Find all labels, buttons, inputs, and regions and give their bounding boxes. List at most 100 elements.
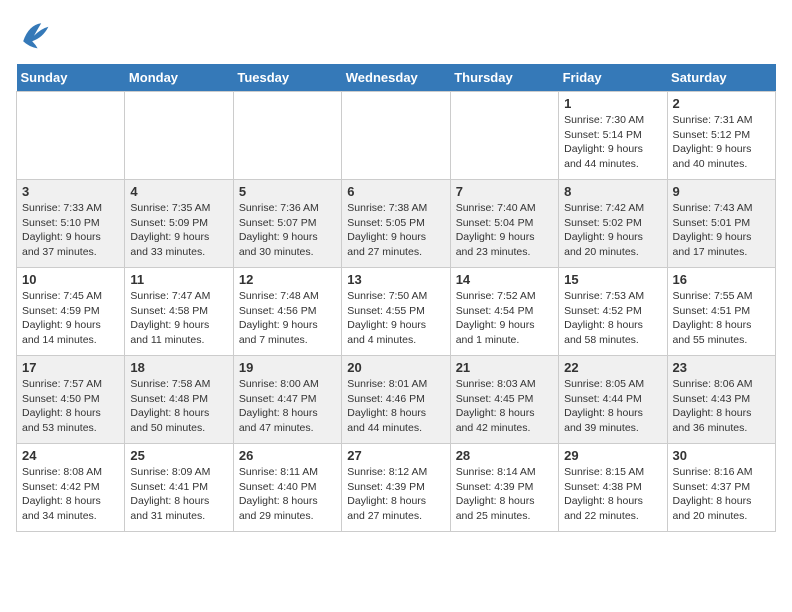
calendar-cell: 7 Sunrise: 7:40 AM Sunset: 5:04 PM Daylig… [450, 180, 558, 268]
day-info: Sunrise: 7:48 AM Sunset: 4:56 PM Dayligh… [239, 289, 336, 348]
day-info: Sunrise: 7:57 AM Sunset: 4:50 PM Dayligh… [22, 377, 119, 436]
day-info: Sunrise: 8:08 AM Sunset: 4:42 PM Dayligh… [22, 465, 119, 524]
day-info: Sunrise: 7:40 AM Sunset: 5:04 PM Dayligh… [456, 201, 553, 260]
calendar-cell: 29 Sunrise: 8:15 AM Sunset: 4:38 PM Dayli… [559, 444, 667, 532]
calendar-cell [17, 92, 125, 180]
day-info: Sunrise: 8:16 AM Sunset: 4:37 PM Dayligh… [673, 465, 770, 524]
day-info: Sunrise: 7:42 AM Sunset: 5:02 PM Dayligh… [564, 201, 661, 260]
day-info: Sunrise: 7:38 AM Sunset: 5:05 PM Dayligh… [347, 201, 444, 260]
calendar-cell: 3 Sunrise: 7:33 AM Sunset: 5:10 PM Daylig… [17, 180, 125, 268]
day-info: Sunrise: 7:52 AM Sunset: 4:54 PM Dayligh… [456, 289, 553, 348]
calendar-week-row: 3 Sunrise: 7:33 AM Sunset: 5:10 PM Daylig… [17, 180, 776, 268]
calendar-cell: 22 Sunrise: 8:05 AM Sunset: 4:44 PM Dayli… [559, 356, 667, 444]
calendar-cell: 1 Sunrise: 7:30 AM Sunset: 5:14 PM Daylig… [559, 92, 667, 180]
calendar-cell: 26Sunrise: 8:11 AM Sunset: 4:40 PM Dayli… [233, 444, 341, 532]
weekday-header-row: SundayMondayTuesdayWednesdayThursdayFrid… [17, 64, 776, 92]
day-number: 21 [456, 360, 553, 375]
day-number: 20 [347, 360, 444, 375]
day-number: 16 [673, 272, 770, 287]
calendar-week-row: 17 Sunrise: 7:57 AM Sunset: 4:50 PM Dayli… [17, 356, 776, 444]
weekday-header-thursday: Thursday [450, 64, 558, 92]
day-info: Sunrise: 7:53 AM Sunset: 4:52 PM Dayligh… [564, 289, 661, 348]
calendar-cell [450, 92, 558, 180]
day-info: Sunrise: 8:00 AM Sunset: 4:47 PM Dayligh… [239, 377, 336, 436]
calendar-cell [342, 92, 450, 180]
day-info: Sunrise: 7:36 AM Sunset: 5:07 PM Dayligh… [239, 201, 336, 260]
day-info: Sunrise: 8:11 AM Sunset: 4:40 PM Dayligh… [239, 465, 336, 524]
day-number: 23 [673, 360, 770, 375]
calendar-cell [233, 92, 341, 180]
calendar-cell: 10 Sunrise: 7:45 AM Sunset: 4:59 PM Dayli… [17, 268, 125, 356]
day-number: 30 [673, 448, 770, 463]
calendar-cell: 8 Sunrise: 7:42 AM Sunset: 5:02 PM Daylig… [559, 180, 667, 268]
day-number: 19 [239, 360, 336, 375]
day-info: Sunrise: 7:50 AM Sunset: 4:55 PM Dayligh… [347, 289, 444, 348]
day-info: Sunrise: 7:55 AM Sunset: 4:51 PM Dayligh… [673, 289, 770, 348]
calendar-cell: 15 Sunrise: 7:53 AM Sunset: 4:52 PM Dayli… [559, 268, 667, 356]
calendar-cell: 5 Sunrise: 7:36 AM Sunset: 5:07 PM Daylig… [233, 180, 341, 268]
weekday-header-wednesday: Wednesday [342, 64, 450, 92]
calendar-cell: 4Sunrise: 7:35 AM Sunset: 5:09 PM Daylig… [125, 180, 233, 268]
calendar-cell: 12Sunrise: 7:48 AM Sunset: 4:56 PM Dayli… [233, 268, 341, 356]
calendar-cell: 14 Sunrise: 7:52 AM Sunset: 4:54 PM Dayli… [450, 268, 558, 356]
day-number: 6 [347, 184, 444, 199]
calendar-cell: 17 Sunrise: 7:57 AM Sunset: 4:50 PM Dayli… [17, 356, 125, 444]
day-number: 24 [22, 448, 119, 463]
calendar-cell: 19 Sunrise: 8:00 AM Sunset: 4:47 PM Dayli… [233, 356, 341, 444]
day-info: Sunrise: 7:47 AM Sunset: 4:58 PM Dayligh… [130, 289, 227, 348]
calendar-cell: 16 Sunrise: 7:55 AM Sunset: 4:51 PM Dayli… [667, 268, 775, 356]
day-number: 4 [130, 184, 227, 199]
calendar-cell: 30 Sunrise: 8:16 AM Sunset: 4:37 PM Dayli… [667, 444, 775, 532]
page-header [16, 16, 776, 52]
calendar-cell: 27 Sunrise: 8:12 AM Sunset: 4:39 PM Dayli… [342, 444, 450, 532]
calendar-table: SundayMondayTuesdayWednesdayThursdayFrid… [16, 64, 776, 532]
day-info: Sunrise: 8:15 AM Sunset: 4:38 PM Dayligh… [564, 465, 661, 524]
calendar-cell: 6 Sunrise: 7:38 AM Sunset: 5:05 PM Daylig… [342, 180, 450, 268]
day-number: 18 [130, 360, 227, 375]
day-info: Sunrise: 8:12 AM Sunset: 4:39 PM Dayligh… [347, 465, 444, 524]
day-number: 15 [564, 272, 661, 287]
day-number: 25 [130, 448, 227, 463]
day-info: Sunrise: 7:31 AM Sunset: 5:12 PM Dayligh… [673, 113, 770, 172]
weekday-header-tuesday: Tuesday [233, 64, 341, 92]
calendar-cell: 21Sunrise: 8:03 AM Sunset: 4:45 PM Dayli… [450, 356, 558, 444]
day-number: 17 [22, 360, 119, 375]
calendar-cell: 11 Sunrise: 7:47 AM Sunset: 4:58 PM Dayli… [125, 268, 233, 356]
day-info: Sunrise: 8:14 AM Sunset: 4:39 PM Dayligh… [456, 465, 553, 524]
day-number: 10 [22, 272, 119, 287]
day-number: 9 [673, 184, 770, 199]
calendar-week-row: 24 Sunrise: 8:08 AM Sunset: 4:42 PM Dayli… [17, 444, 776, 532]
day-info: Sunrise: 8:06 AM Sunset: 4:43 PM Dayligh… [673, 377, 770, 436]
calendar-cell: 24 Sunrise: 8:08 AM Sunset: 4:42 PM Dayli… [17, 444, 125, 532]
day-number: 13 [347, 272, 444, 287]
calendar-cell [125, 92, 233, 180]
logo-bird-icon [16, 16, 52, 52]
day-info: Sunrise: 7:30 AM Sunset: 5:14 PM Dayligh… [564, 113, 661, 172]
day-info: Sunrise: 7:45 AM Sunset: 4:59 PM Dayligh… [22, 289, 119, 348]
day-number: 1 [564, 96, 661, 111]
day-info: Sunrise: 7:43 AM Sunset: 5:01 PM Dayligh… [673, 201, 770, 260]
day-number: 27 [347, 448, 444, 463]
calendar-cell: 18Sunrise: 7:58 AM Sunset: 4:48 PM Dayli… [125, 356, 233, 444]
day-number: 14 [456, 272, 553, 287]
calendar-cell: 25Sunrise: 8:09 AM Sunset: 4:41 PM Dayli… [125, 444, 233, 532]
day-info: Sunrise: 8:01 AM Sunset: 4:46 PM Dayligh… [347, 377, 444, 436]
calendar-cell: 23 Sunrise: 8:06 AM Sunset: 4:43 PM Dayli… [667, 356, 775, 444]
day-number: 22 [564, 360, 661, 375]
day-number: 11 [130, 272, 227, 287]
day-number: 29 [564, 448, 661, 463]
calendar-cell: 20 Sunrise: 8:01 AM Sunset: 4:46 PM Dayli… [342, 356, 450, 444]
day-number: 7 [456, 184, 553, 199]
weekday-header-saturday: Saturday [667, 64, 775, 92]
day-info: Sunrise: 7:33 AM Sunset: 5:10 PM Dayligh… [22, 201, 119, 260]
day-info: Sunrise: 8:05 AM Sunset: 4:44 PM Dayligh… [564, 377, 661, 436]
weekday-header-monday: Monday [125, 64, 233, 92]
day-number: 3 [22, 184, 119, 199]
calendar-cell: 9 Sunrise: 7:43 AM Sunset: 5:01 PM Daylig… [667, 180, 775, 268]
weekday-header-sunday: Sunday [17, 64, 125, 92]
day-number: 8 [564, 184, 661, 199]
day-number: 5 [239, 184, 336, 199]
calendar-cell: 2Sunrise: 7:31 AM Sunset: 5:12 PM Daylig… [667, 92, 775, 180]
weekday-header-friday: Friday [559, 64, 667, 92]
calendar-cell: 13 Sunrise: 7:50 AM Sunset: 4:55 PM Dayli… [342, 268, 450, 356]
